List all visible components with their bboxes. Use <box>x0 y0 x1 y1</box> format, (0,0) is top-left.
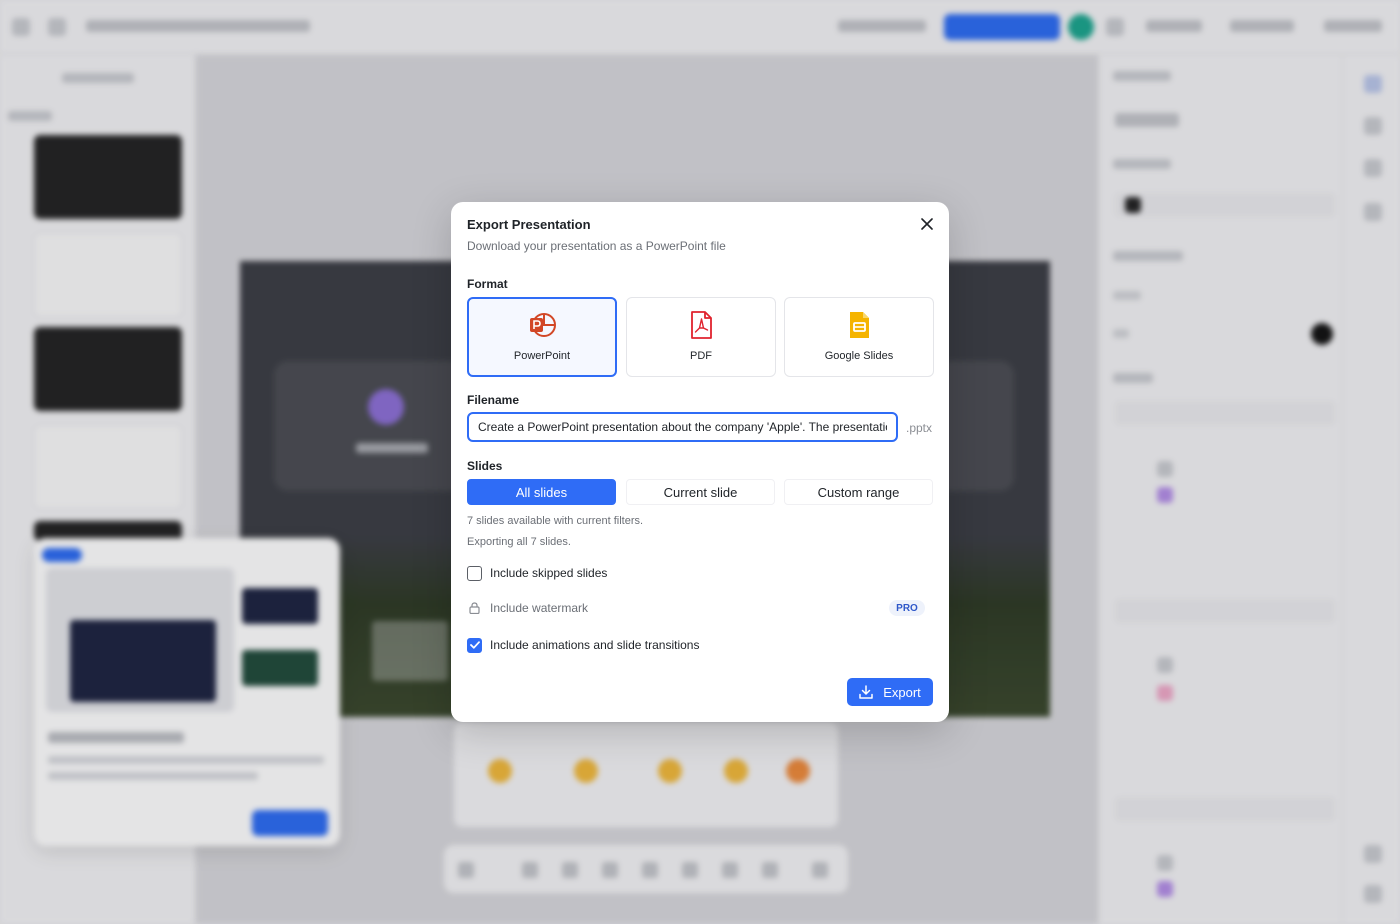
lock-icon <box>467 601 482 616</box>
format-option-label: Google Slides <box>824 350 894 362</box>
export-dialog: Export Presentation Download your presen… <box>451 202 949 722</box>
format-option-label: PowerPoint <box>513 350 571 362</box>
pdf-icon <box>691 311 712 339</box>
format-label: Format <box>467 277 508 291</box>
format-option-google-slides[interactable]: Google Slides <box>784 297 934 377</box>
slides-label: Slides <box>467 459 503 473</box>
pro-badge: PRO <box>889 600 925 616</box>
slides-option-all[interactable]: All slides <box>467 479 616 505</box>
format-option-pdf[interactable]: PDF <box>626 297 776 377</box>
dialog-title: Export Presentation <box>467 217 591 232</box>
checkmark-icon <box>469 641 480 649</box>
close-icon <box>921 218 933 230</box>
include-skipped-label: Include skipped slides <box>490 566 608 580</box>
include-skipped-option[interactable]: Include skipped slides <box>467 564 607 582</box>
slides-available-info: 7 slides available with current filters. <box>467 515 644 527</box>
include-watermark-option: Include watermark <box>467 599 588 617</box>
filename-label: Filename <box>467 393 520 407</box>
filename-extension: .pptx <box>906 421 933 435</box>
format-option-powerpoint[interactable]: PowerPoint <box>467 297 617 377</box>
export-button-label: Export <box>883 684 921 700</box>
google-slides-icon <box>850 312 869 338</box>
include-animations-checkbox[interactable] <box>467 637 482 653</box>
powerpoint-icon <box>530 313 556 337</box>
include-animations-label: Include animations and slide transitions <box>490 638 700 652</box>
close-button[interactable] <box>917 214 937 234</box>
download-icon <box>859 685 873 699</box>
format-option-label: PDF <box>690 350 712 362</box>
include-skipped-checkbox[interactable] <box>467 565 482 581</box>
dialog-subtitle: Download your presentation as a PowerPoi… <box>467 239 726 253</box>
export-button[interactable]: Export <box>847 678 933 706</box>
include-animations-option[interactable]: Include animations and slide transitions <box>467 636 699 654</box>
slides-option-current[interactable]: Current slide <box>626 479 775 505</box>
include-watermark-label: Include watermark <box>490 601 589 615</box>
filename-input[interactable] <box>467 412 898 442</box>
slides-option-custom-range[interactable]: Custom range <box>784 479 933 505</box>
slides-exporting-info: Exporting all 7 slides. <box>467 536 571 548</box>
